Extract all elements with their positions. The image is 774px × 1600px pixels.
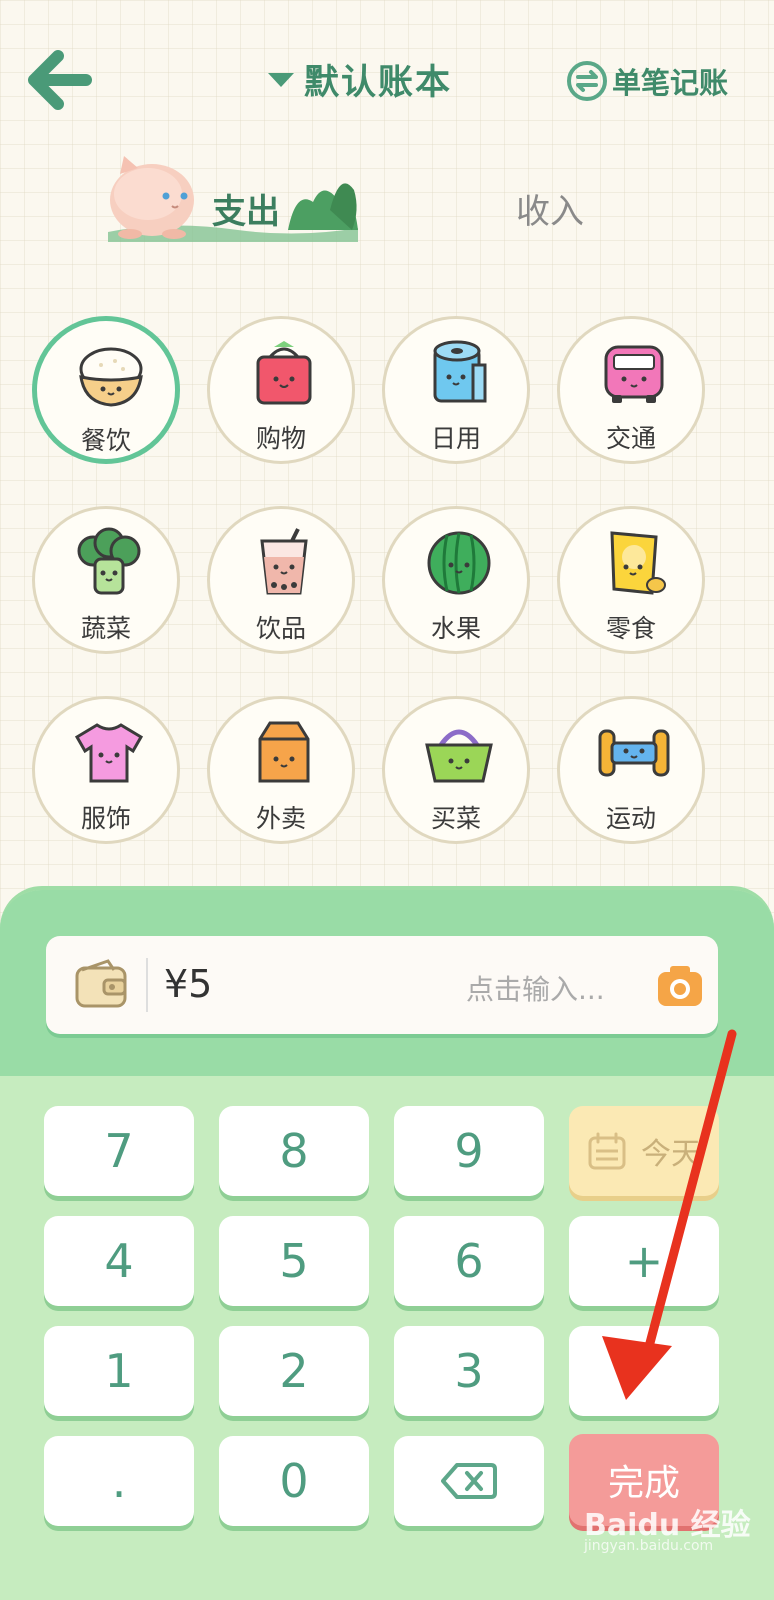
tab-expense[interactable]: 支出 [108,150,368,250]
key-7[interactable]: 7 [44,1106,194,1196]
toilet-paper-icon [433,340,487,403]
category-snacks[interactable]: 零食 [557,506,705,654]
back-button[interactable] [28,50,92,110]
key-plus[interactable]: + [569,1216,719,1306]
takeout-box-icon [258,721,310,783]
category-vegetables[interactable]: 蔬菜 [32,506,180,654]
category-shopping[interactable]: 购物 [207,316,355,464]
wallet-icon[interactable] [74,958,128,1010]
key-8[interactable]: 8 [219,1106,369,1196]
category-label: 水果 [430,614,481,643]
backspace-button[interactable] [394,1436,544,1526]
category-groceries[interactable]: 买菜 [382,696,530,844]
key-4[interactable]: 4 [44,1216,194,1306]
caret-down-icon [268,72,294,87]
header-bar: 默认账本 单笔记账 [0,40,774,120]
date-button[interactable]: 今天 [569,1106,719,1196]
category-daily-use[interactable]: 日用 [382,316,530,464]
key-minus[interactable] [569,1326,719,1416]
dumbbell-icon [598,729,670,777]
calendar-icon [588,1132,626,1170]
key-6[interactable]: 6 [394,1216,544,1306]
chips-icon [610,531,666,595]
key-decimal[interactable]: . [44,1436,194,1526]
tshirt-icon [74,723,144,783]
category-drinks[interactable]: 饮品 [207,506,355,654]
amount-bar: ¥5 点击输入... [46,936,718,1034]
tab-income[interactable]: 收入 [516,184,584,233]
ledger-selector[interactable]: 默认账本 [268,54,452,105]
bus-icon [604,345,664,403]
category-label: 蔬菜 [80,614,131,643]
category-label: 运动 [605,804,656,833]
key-9[interactable]: 9 [394,1106,544,1196]
category-label: 买菜 [430,804,481,833]
watermark-url: jingyan.baidu.com [584,1538,714,1554]
category-fruit[interactable]: 水果 [382,506,530,654]
backspace-icon [441,1463,497,1499]
arrow-left-icon [28,50,92,110]
key-5[interactable]: 5 [219,1216,369,1306]
category-label: 交通 [605,424,656,453]
type-tabs: 支出 收入 [0,150,774,250]
swap-icon [566,61,607,101]
single-entry-label: 单笔记账 [611,66,728,100]
category-label: 日用 [430,424,481,453]
date-label: 今天 [641,1137,701,1172]
camera-icon[interactable] [656,964,704,1008]
shopping-bag-icon [256,341,312,405]
category-label: 零食 [605,614,656,643]
basket-icon [425,729,493,783]
tab-expense-label: 支出 [212,192,280,232]
category-label: 购物 [255,424,306,453]
rice-bowl-icon [79,347,143,407]
bubble-tea-icon [260,528,308,595]
key-0[interactable]: 0 [219,1436,369,1526]
category-takeout[interactable]: 外卖 [207,696,355,844]
broccoli-icon [77,527,141,595]
amount-display: ¥5 [164,962,213,1006]
single-entry-button[interactable]: 单笔记账 [566,60,728,102]
note-input[interactable]: 点击输入... [466,968,646,1008]
ledger-title: 默认账本 [304,63,453,103]
category-dining[interactable]: 餐饮 [32,316,180,464]
category-transport[interactable]: 交通 [557,316,705,464]
divider [146,958,148,1012]
key-2[interactable]: 2 [219,1326,369,1416]
category-label: 服饰 [80,804,131,833]
panel-header: ¥5 点击输入... [0,890,774,1076]
category-label: 饮品 [255,614,306,643]
category-clothing[interactable]: 服饰 [32,696,180,844]
category-label: 外卖 [255,804,306,833]
key-1[interactable]: 1 [44,1326,194,1416]
watermelon-icon [427,531,491,595]
baidu-watermark: Baidu 经验 jingyan.baidu.com [584,1496,764,1566]
entry-panel: ¥5 点击输入... 7 8 9 今天 4 5 6 + 1 2 3 . 0 完成 [0,886,774,1600]
key-3[interactable]: 3 [394,1326,544,1416]
category-sports[interactable]: 运动 [557,696,705,844]
category-label: 餐饮 [80,426,131,455]
